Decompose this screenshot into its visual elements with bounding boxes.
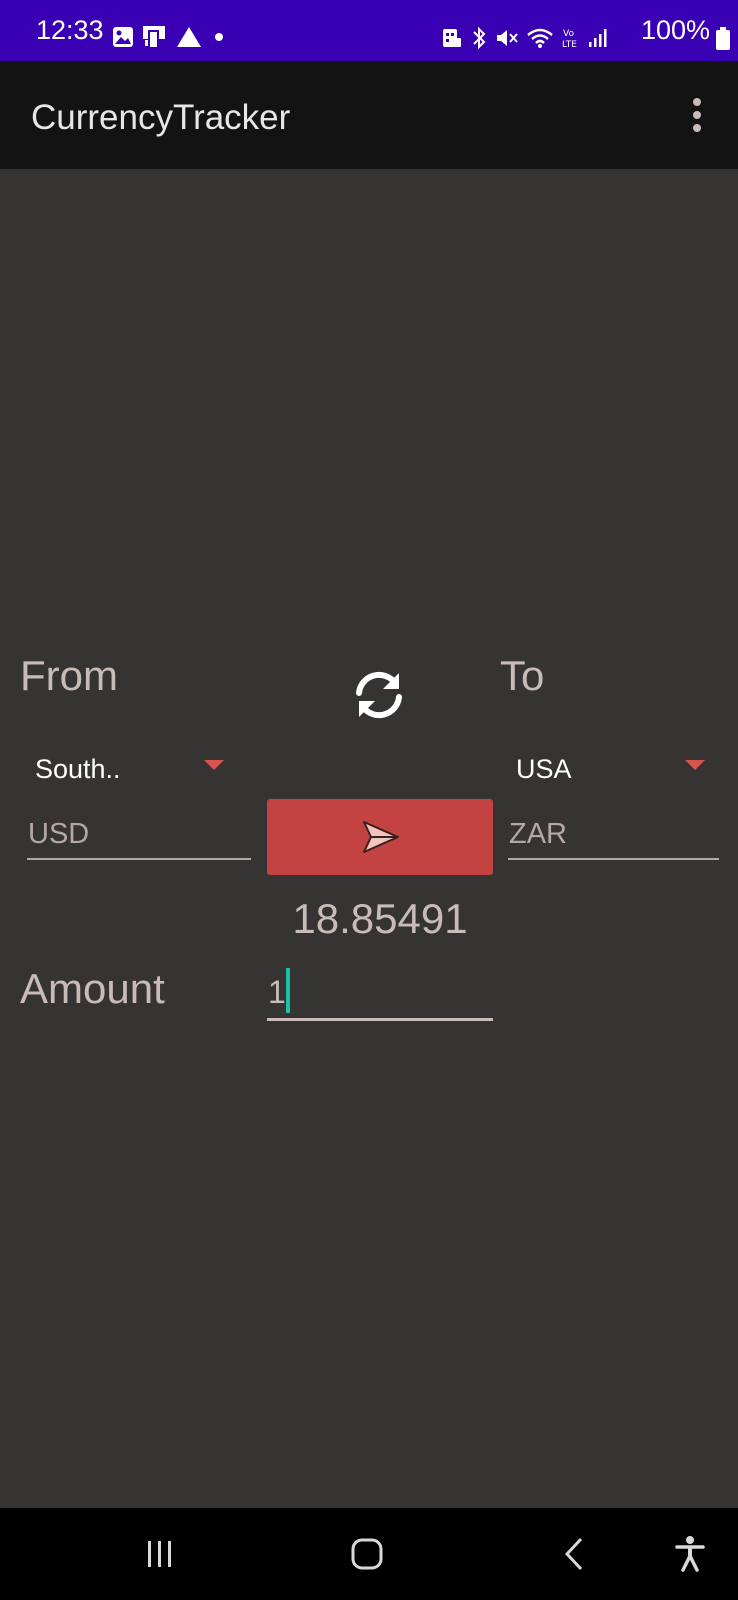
recents-icon (148, 1541, 171, 1567)
status-left-icons (112, 24, 228, 50)
status-bar: 12:33 Vo LTE 100% (0, 0, 738, 61)
conversion-result: 18.85491 (292, 895, 468, 942)
text-cursor (286, 968, 290, 1013)
navigation-bar (0, 1508, 738, 1600)
send-icon (363, 821, 399, 853)
to-country-value: USA (516, 754, 572, 784)
gallery-icon (113, 27, 133, 47)
from-code-value: USD (28, 818, 90, 850)
battery-percent: 100% (640, 15, 710, 45)
amount-input[interactable]: 1 (267, 963, 493, 1021)
chevron-down-icon (204, 760, 224, 770)
home-icon (351, 1538, 383, 1570)
dot-icon (215, 33, 223, 41)
battery-icon (716, 27, 730, 50)
status-time: 12:33 (36, 15, 104, 45)
to-code-field[interactable]: ZAR (508, 808, 719, 860)
home-button[interactable] (321, 1508, 413, 1600)
nfc-icon (443, 29, 461, 47)
drive-icon (177, 27, 201, 47)
accessibility-icon (675, 1536, 705, 1572)
recents-button[interactable] (114, 1508, 206, 1600)
back-button[interactable] (528, 1508, 620, 1600)
currency-tracker-screen: 12:33 Vo LTE 100% CurrencyTracker From T… (0, 0, 738, 1600)
to-code-value: ZAR (509, 818, 567, 850)
status-right-icons: Vo LTE (441, 25, 608, 51)
overflow-menu-icon[interactable] (686, 96, 708, 136)
svg-text:Vo: Vo (563, 29, 574, 39)
from-country-spinner[interactable]: South.. (35, 746, 225, 792)
amount-value: 1 (268, 974, 286, 1010)
amount-label: Amount (20, 965, 165, 1012)
to-country-spinner[interactable]: USA (516, 746, 706, 792)
mute-icon (497, 30, 518, 46)
from-label: From (20, 652, 118, 699)
signal-icon (589, 29, 607, 47)
accessibility-button[interactable] (644, 1508, 736, 1600)
chevron-down-icon (685, 760, 705, 770)
app-title: CurrencyTracker (31, 98, 291, 137)
back-icon (564, 1537, 583, 1571)
from-country-value: South.. (35, 754, 121, 784)
from-code-field[interactable]: USD (27, 808, 251, 860)
screen-cast-icon (143, 26, 165, 49)
convert-button[interactable] (267, 799, 493, 875)
svg-text:LTE: LTE (562, 40, 577, 49)
app-bar: CurrencyTracker (0, 61, 738, 169)
volte-icon: Vo LTE (562, 29, 577, 49)
wifi-icon (527, 28, 553, 48)
to-label: To (500, 652, 545, 699)
swap-refresh-icon[interactable] (351, 667, 407, 723)
bluetooth-icon (473, 26, 486, 50)
